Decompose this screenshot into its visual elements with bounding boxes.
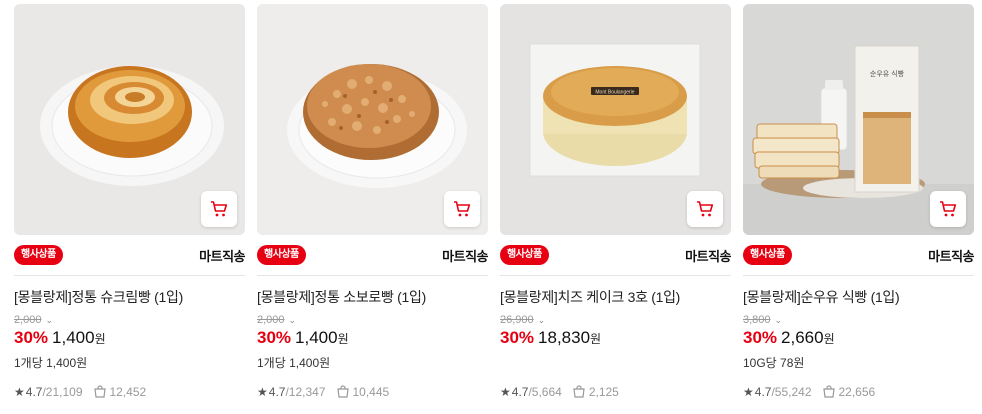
discount-rate: 30% xyxy=(500,328,535,347)
product-meta: ★ 4.7/21,109 12,452 xyxy=(14,385,147,399)
product-title[interactable]: [몽블랑제]정통 슈크림빵 (1입) xyxy=(14,287,245,307)
product-card[interactable]: 순우유 식빵 행사상품 마트직송 [몽블랑제]순우유 식빵 (1입) 3,800… xyxy=(743,4,974,414)
divider xyxy=(743,275,974,276)
cart-icon xyxy=(940,201,957,217)
bag-label-text: 순우유 식빵 xyxy=(870,69,905,78)
rating-score: 4.7 xyxy=(511,385,529,399)
product-meta: ★ 4.7/55,242 22,656 xyxy=(743,385,876,399)
shopping-bag-icon xyxy=(93,385,106,398)
original-price: 2,000 ⌄ xyxy=(14,314,54,326)
promotion-badge: 행사상품 xyxy=(257,245,306,265)
chevron-down-icon[interactable]: ⌄ xyxy=(538,315,546,326)
product-image[interactable] xyxy=(257,4,488,235)
product-grid: 행사상품 마트직송 [몽블랑제]정통 슈크림빵 (1입) 2,000 ⌄ 30% 1… xyxy=(14,4,974,414)
purchase-count-group: 22,656 xyxy=(822,385,876,399)
cake-plaque-text: Mont Boulangerie xyxy=(595,90,634,96)
purchase-count: 10,445 xyxy=(352,385,390,399)
product-title[interactable]: [몽블랑제]치즈 케이크 3호 (1입) xyxy=(500,287,731,307)
tag-row: 행사상품 마트직송 xyxy=(14,245,245,265)
star-icon: ★ xyxy=(500,385,511,399)
promotion-badge: 행사상품 xyxy=(743,245,792,265)
star-icon: ★ xyxy=(257,385,268,399)
shopping-bag-icon xyxy=(822,385,835,398)
currency-unit: 원 xyxy=(94,332,106,346)
shipping-label: 마트직송 xyxy=(199,249,245,264)
review-count: 21,109 xyxy=(45,385,83,399)
add-to-cart-button[interactable] xyxy=(930,191,966,227)
rating-score: 4.7 xyxy=(754,385,772,399)
rating-score: 4.7 xyxy=(268,385,286,399)
original-price: 3,800 ⌄ xyxy=(743,314,783,326)
product-card[interactable]: Mont Boulangerie 행사상품 마트직송 [몽블랑제]치즈 케이크 … xyxy=(500,4,731,414)
price-line: 30% 2,660원 xyxy=(743,328,835,348)
star-icon: ★ xyxy=(743,385,754,399)
rating-score: 4.7 xyxy=(25,385,43,399)
shipping-label: 마트직송 xyxy=(685,249,731,264)
sale-price: 2,660 xyxy=(781,328,824,347)
price-line: 30% 1,400원 xyxy=(14,328,106,348)
divider xyxy=(14,275,245,276)
original-price: 2,000 ⌄ xyxy=(257,314,297,326)
price-line: 30% 1,400원 xyxy=(257,328,349,348)
shopping-bag-icon xyxy=(573,385,585,398)
product-meta: ★ 4.7/12,347 10,445 xyxy=(257,385,390,399)
unit-price: 1개당 1,400원 xyxy=(14,356,88,370)
sale-price: 1,400 xyxy=(52,328,95,347)
product-card[interactable]: 행사상품 마트직송 [몽블랑제]정통 슈크림빵 (1입) 2,000 ⌄ 30% 1… xyxy=(14,4,245,414)
purchase-count: 2,125 xyxy=(588,385,619,399)
chevron-down-icon[interactable]: ⌄ xyxy=(289,315,297,326)
divider xyxy=(257,275,488,276)
product-image[interactable]: 순우유 식빵 xyxy=(743,4,974,235)
shipping-label: 마트직송 xyxy=(928,249,974,264)
purchase-count: 12,452 xyxy=(109,385,147,399)
chevron-down-icon[interactable]: ⌄ xyxy=(775,315,783,326)
tag-row: 행사상품 마트직송 xyxy=(500,245,731,265)
review-count: 12,347 xyxy=(288,385,326,399)
purchase-count-group: 12,452 xyxy=(93,385,147,399)
shipping-label: 마트직송 xyxy=(442,249,488,264)
purchase-count: 22,656 xyxy=(838,385,876,399)
review-count: 55,242 xyxy=(774,385,812,399)
currency-unit: 원 xyxy=(337,332,349,346)
promotion-badge: 행사상품 xyxy=(14,245,63,265)
add-to-cart-button[interactable] xyxy=(687,191,723,227)
chevron-down-icon[interactable]: ⌄ xyxy=(46,315,54,326)
discount-rate: 30% xyxy=(257,328,292,347)
price-line: 30% 18,830원 xyxy=(500,328,601,348)
product-title[interactable]: [몽블랑제]정통 소보로빵 (1입) xyxy=(257,287,488,307)
purchase-count-group: 2,125 xyxy=(572,385,619,399)
review-count: 5,664 xyxy=(531,385,562,399)
shopping-bag-icon xyxy=(336,385,349,398)
cart-icon xyxy=(454,201,471,217)
product-image[interactable] xyxy=(14,4,245,235)
discount-rate: 30% xyxy=(14,328,49,347)
unit-price: 10G당 78원 xyxy=(743,356,805,370)
star-icon: ★ xyxy=(14,385,25,399)
tag-row: 행사상품 마트직송 xyxy=(257,245,488,265)
divider xyxy=(500,275,731,276)
sale-price: 18,830 xyxy=(538,328,591,347)
tag-row: 행사상품 마트직송 xyxy=(743,245,974,265)
cart-icon xyxy=(211,201,228,217)
purchase-count-group: 10,445 xyxy=(336,385,390,399)
add-to-cart-button[interactable] xyxy=(444,191,480,227)
promotion-badge: 행사상품 xyxy=(500,245,549,265)
product-meta: ★ 4.7/5,664 2,125 xyxy=(500,385,619,399)
currency-unit: 원 xyxy=(823,332,835,346)
product-card[interactable]: 행사상품 마트직송 [몽블랑제]정통 소보로빵 (1입) 2,000 ⌄ 30% 1… xyxy=(257,4,488,414)
cart-icon xyxy=(697,201,714,217)
currency-unit: 원 xyxy=(590,332,602,346)
product-title[interactable]: [몽블랑제]순우유 식빵 (1입) xyxy=(743,287,974,307)
sale-price: 1,400 xyxy=(295,328,338,347)
product-image[interactable]: Mont Boulangerie xyxy=(500,4,731,235)
discount-rate: 30% xyxy=(743,328,778,347)
unit-price: 1개당 1,400원 xyxy=(257,356,331,370)
add-to-cart-button[interactable] xyxy=(201,191,237,227)
original-price: 26,900 ⌄ xyxy=(500,314,546,326)
